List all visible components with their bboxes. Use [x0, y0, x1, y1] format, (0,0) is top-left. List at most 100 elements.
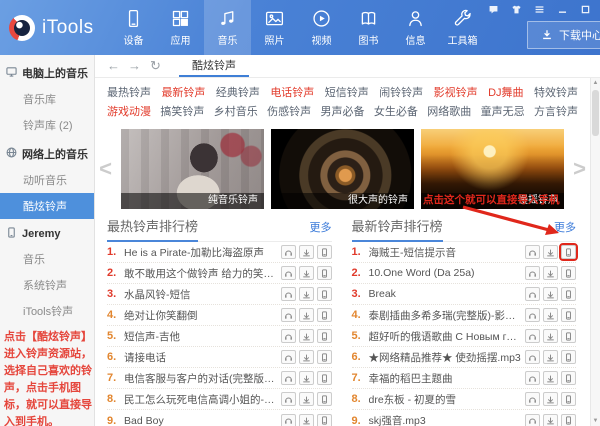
more-link[interactable]: 更多: [310, 219, 332, 235]
listen-button[interactable]: [525, 413, 540, 426]
category-link[interactable]: 网络歌曲: [427, 103, 471, 122]
import-to-phone-button[interactable]: [316, 266, 332, 280]
listen-button[interactable]: [525, 371, 540, 385]
import-to-phone-button[interactable]: [316, 392, 332, 406]
category-link[interactable]: 闹铃铃声: [379, 84, 423, 103]
listen-button[interactable]: [525, 350, 540, 364]
import-to-phone-button[interactable]: [561, 413, 576, 426]
download-button[interactable]: [298, 329, 314, 343]
category-link[interactable]: 影视铃声: [434, 84, 478, 103]
import-to-phone-button[interactable]: [561, 266, 576, 280]
download-button[interactable]: [298, 266, 314, 280]
back-arrow-icon[interactable]: ←: [103, 56, 124, 76]
carousel-prev-arrow[interactable]: <: [97, 129, 114, 209]
listen-button[interactable]: [525, 392, 540, 406]
import-to-phone-button[interactable]: [561, 371, 576, 385]
download-center-button[interactable]: 下载中心: [527, 21, 600, 49]
import-to-phone-button[interactable]: [316, 329, 332, 343]
category-link[interactable]: 短信铃声: [325, 84, 369, 103]
scrollbar[interactable]: ▲ ▼: [590, 78, 600, 426]
listen-button[interactable]: [525, 287, 540, 301]
import-to-phone-button[interactable]: [316, 413, 332, 426]
listen-button[interactable]: [280, 266, 296, 280]
toolbar-item-photos[interactable]: 照片: [251, 0, 298, 55]
listen-button[interactable]: [525, 245, 540, 259]
listen-button[interactable]: [280, 413, 296, 426]
listen-button[interactable]: [280, 245, 296, 259]
category-link[interactable]: 特效铃声: [534, 84, 578, 103]
download-button[interactable]: [543, 266, 558, 280]
category-link[interactable]: 电话铃声: [270, 84, 314, 103]
sidebar-item[interactable]: 音乐: [0, 246, 94, 272]
category-link[interactable]: 乡村音乐: [214, 103, 258, 122]
download-button[interactable]: [298, 287, 314, 301]
listen-button[interactable]: [525, 266, 540, 280]
category-link[interactable]: 游戏动漫: [107, 103, 151, 122]
feedback-icon[interactable]: [486, 3, 500, 16]
download-button[interactable]: [543, 329, 558, 343]
forward-arrow-icon[interactable]: →: [124, 56, 145, 76]
toolbar-item-books[interactable]: 图书: [345, 0, 392, 55]
import-to-phone-button[interactable]: [316, 245, 332, 259]
minimize-button[interactable]: [555, 3, 569, 16]
category-link[interactable]: 最新铃声: [161, 84, 205, 103]
import-to-phone-button[interactable]: [561, 308, 576, 322]
import-to-phone-button[interactable]: [561, 392, 576, 406]
more-link[interactable]: 更多: [554, 219, 576, 235]
sidebar-item[interactable]: iTools铃声: [0, 298, 94, 324]
scroll-up-arrow-icon[interactable]: ▲: [591, 78, 600, 88]
download-button[interactable]: [543, 371, 558, 385]
sidebar-item[interactable]: 系统铃声: [0, 272, 94, 298]
toolbar-item-toolbox[interactable]: 工具箱: [439, 0, 486, 55]
listen-button[interactable]: [280, 329, 296, 343]
listen-button[interactable]: [525, 329, 540, 343]
import-to-phone-button[interactable]: [561, 329, 576, 343]
category-link[interactable]: 男声必备: [321, 103, 365, 122]
download-button[interactable]: [298, 245, 314, 259]
download-button[interactable]: [298, 371, 314, 385]
download-button[interactable]: [298, 308, 314, 322]
import-to-phone-button[interactable]: [561, 287, 576, 301]
toolbar-item-info[interactable]: 信息: [392, 0, 439, 55]
toolbar-item-video[interactable]: 视频: [298, 0, 345, 55]
tab-cool-ringtones[interactable]: 酷炫铃声: [179, 54, 249, 77]
category-link[interactable]: 经典铃声: [216, 84, 260, 103]
download-button[interactable]: [298, 392, 314, 406]
listen-button[interactable]: [280, 308, 296, 322]
download-button[interactable]: [298, 350, 314, 364]
listen-button[interactable]: [280, 392, 296, 406]
category-link[interactable]: 伤感铃声: [267, 103, 311, 122]
sidebar-item[interactable]: 动听音乐: [0, 167, 94, 193]
scroll-down-arrow-icon[interactable]: ▼: [591, 416, 600, 426]
menu-icon[interactable]: [532, 3, 546, 16]
category-link[interactable]: 女生必备: [374, 103, 418, 122]
category-link[interactable]: 搞笑铃声: [160, 103, 204, 122]
refresh-icon[interactable]: ↻: [145, 56, 166, 76]
carousel-next-arrow[interactable]: >: [571, 129, 588, 209]
category-link[interactable]: 最热铃声: [107, 84, 151, 103]
download-button[interactable]: [543, 413, 558, 426]
listen-button[interactable]: [280, 371, 296, 385]
import-to-phone-button[interactable]: [561, 350, 576, 364]
download-button[interactable]: [298, 413, 314, 426]
import-to-phone-button[interactable]: [316, 371, 332, 385]
import-to-phone-button[interactable]: [316, 350, 332, 364]
toolbar-item-music[interactable]: 音乐: [204, 0, 251, 55]
import-to-phone-button[interactable]: [316, 308, 332, 322]
sidebar-item[interactable]: 酷炫铃声: [0, 193, 94, 219]
scrollbar-thumb[interactable]: [592, 90, 599, 136]
listen-button[interactable]: [525, 308, 540, 322]
sidebar-item[interactable]: 音乐库: [0, 86, 94, 112]
download-button[interactable]: [543, 245, 558, 259]
toolbar-item-device[interactable]: 设备: [110, 0, 157, 55]
import-to-phone-button[interactable]: [559, 243, 578, 261]
download-button[interactable]: [543, 287, 558, 301]
banner-pure-music[interactable]: 纯音乐铃声: [121, 129, 264, 209]
category-link[interactable]: 童声无忌: [481, 103, 525, 122]
maximize-button[interactable]: [578, 3, 592, 16]
banner-loud-ringtones[interactable]: 很大声的铃声: [271, 129, 414, 209]
download-button[interactable]: [543, 350, 558, 364]
toolbar-item-apps[interactable]: 应用: [157, 0, 204, 55]
category-link[interactable]: DJ舞曲: [488, 84, 523, 103]
download-button[interactable]: [543, 392, 558, 406]
